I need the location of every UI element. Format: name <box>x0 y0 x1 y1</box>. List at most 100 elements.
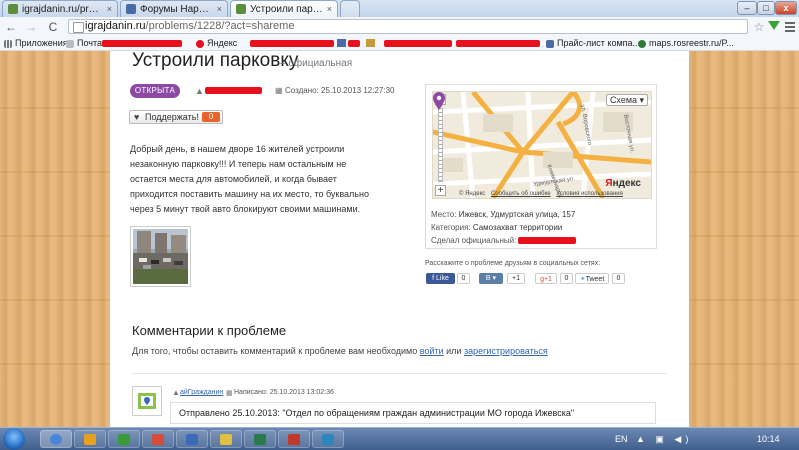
taskbar-app[interactable] <box>176 430 208 448</box>
place-value: Ижевск, Удмуртская улица, 157 <box>458 210 576 219</box>
page-content: Устроили парковку – официальная ОТКРЫТА … <box>110 51 689 427</box>
bookmark-apps[interactable]: Приложения <box>4 38 68 49</box>
problem-info: Место: Ижевск, Удмуртская улица, 157 Кат… <box>431 208 577 247</box>
taskbar-app[interactable] <box>244 430 276 448</box>
tab-label: igrajdanin.ru/problems/1 <box>22 3 103 15</box>
globe-icon <box>638 39 646 48</box>
vk-share-count: +1 <box>507 273 525 284</box>
menu-icon[interactable] <box>785 20 795 32</box>
map-pin-icon[interactable] <box>433 92 445 110</box>
facebook-like-count: 0 <box>457 273 470 284</box>
clock[interactable]: 10:14 <box>757 434 780 444</box>
bookmark-price-list[interactable]: Прайс-лист компа... <box>546 38 640 49</box>
redacted-author <box>205 87 262 94</box>
problem-title: Устроили парковку <box>132 51 299 71</box>
start-button[interactable] <box>3 428 25 450</box>
taskbar-app[interactable] <box>312 430 344 448</box>
comments-hint: Для того, чтобы оставить комментарий к п… <box>132 346 548 356</box>
maker-row: Сделал официальный: <box>431 234 577 247</box>
redacted-bookmark <box>456 40 540 47</box>
redacted-bookmark <box>384 40 452 47</box>
url-path: /problems/1228/?act=shareme <box>145 20 295 32</box>
maximize-button[interactable]: □ <box>757 1 775 15</box>
app-icon <box>288 434 300 445</box>
tab-close-icon[interactable]: × <box>107 4 112 14</box>
tab-label: Форумы Народного Инт <box>140 3 213 15</box>
category-value: Самозахват территории <box>472 223 563 232</box>
browser-tab-1[interactable]: igrajdanin.ru/problems/1 × <box>2 0 118 17</box>
comment-text: Отправлено 25.10.2013: "Отдел по обращен… <box>170 402 656 424</box>
facebook-like-button[interactable]: f Like <box>426 273 455 284</box>
reload-icon[interactable]: C <box>46 20 60 34</box>
gplus-count: 0 <box>560 273 573 284</box>
browser-titlebar: igrajdanin.ru/problems/1 × Форумы Народн… <box>0 0 799 17</box>
avatar <box>132 386 162 416</box>
map-marker-avatar-icon <box>138 393 156 409</box>
problem-photo[interactable] <box>130 226 191 287</box>
map-footer: © Яндекс Сообщить об ошибке Условия испо… <box>459 191 623 197</box>
terms-link[interactable]: Условия использования <box>556 191 623 197</box>
page-icon <box>73 22 84 33</box>
back-icon[interactable]: ← <box>4 20 18 34</box>
login-link[interactable]: войти <box>420 346 444 356</box>
chrome-icon <box>50 434 62 445</box>
tweet-button[interactable]: ✦Tweet <box>575 273 609 284</box>
tab-close-icon[interactable]: × <box>217 4 222 14</box>
bookmark-yandex[interactable]: Яндекс <box>196 38 237 49</box>
close-window-button[interactable]: x <box>775 1 797 15</box>
gplus-button[interactable]: g+1 <box>535 273 557 284</box>
created-date: Создано: 25.10.2013 12:27:30 <box>285 86 395 95</box>
tab-label: Устроили парковку <box>250 3 323 15</box>
bookmark-mail[interactable]: Почта <box>66 38 102 49</box>
map-card: ул. Воровского Восточная ул. Коммунаров … <box>425 84 657 249</box>
map-type-select[interactable]: Схема ▾ <box>606 94 648 106</box>
update-arrow-icon[interactable] <box>768 21 780 30</box>
support-button[interactable]: ♥ Поддержать! 0 <box>129 110 223 124</box>
support-count: 0 <box>202 112 220 122</box>
problem-type: – официальная <box>280 58 353 69</box>
wood-background-left <box>0 51 110 427</box>
browser-tab-2[interactable]: Форумы Народного Инт × <box>120 0 228 17</box>
place-row: Место: Ижевск, Удмуртская улица, 157 <box>431 210 576 219</box>
yandex-logo: Яндекс <box>605 178 641 189</box>
tab-favicon <box>8 4 18 14</box>
bookmark-icon[interactable] <box>366 39 375 47</box>
taskbar-app[interactable] <box>108 430 140 448</box>
taskbar-app[interactable] <box>278 430 310 448</box>
minimize-button[interactable]: – <box>737 1 757 15</box>
calendar-icon: ▦ <box>275 86 283 95</box>
map-view[interactable]: ул. Воровского Восточная ул. Коммунаров … <box>432 91 652 199</box>
taskbar-app[interactable] <box>210 430 242 448</box>
address-bar[interactable]: igrajdanin.ru/problems/1228/?act=shareme <box>68 19 748 34</box>
new-tab-button[interactable] <box>340 0 360 17</box>
bookmark-rosreestr[interactable]: maps.rosreestr.ru/P... <box>638 38 734 49</box>
language-indicator[interactable]: EN <box>615 434 628 444</box>
browser-tab-3-active[interactable]: Устроили парковку × <box>230 0 338 17</box>
taskbar-app-chrome[interactable] <box>40 430 72 448</box>
tab-close-icon[interactable]: × <box>327 4 332 14</box>
page-icon <box>546 39 554 48</box>
taskbar-app[interactable] <box>142 430 174 448</box>
redacted-bookmark <box>348 40 360 47</box>
taskbar-app[interactable] <box>74 430 106 448</box>
map-copyright: © Яндекс <box>459 191 486 197</box>
comment-date: Написано: 25.10.2013 13:02:36 <box>234 389 334 396</box>
vk-share-button[interactable]: B ▾ <box>479 273 503 284</box>
app-icon <box>322 434 334 445</box>
yandex-icon <box>196 39 204 48</box>
windows-taskbar: EN ▲ ▣ ◀) 10:14 <box>0 427 799 450</box>
register-link[interactable]: зарегистрироваться <box>464 346 548 356</box>
bookmark-icon[interactable] <box>337 39 346 47</box>
report-error-link[interactable]: Сообщить об ошибке <box>491 191 551 197</box>
tray-icons[interactable]: ▲ ▣ ◀) <box>636 434 692 445</box>
forward-icon[interactable]: → <box>24 20 38 34</box>
category-row: Категория: Самозахват территории <box>431 223 563 232</box>
tab-favicon <box>126 4 136 14</box>
comment-author-link[interactable]: айГражданин <box>180 389 223 396</box>
app-icon <box>152 434 164 445</box>
zoom-slider[interactable] <box>438 108 443 182</box>
twitter-widget: ✦Tweet 0 <box>575 273 625 284</box>
zoom-in-button[interactable]: + <box>435 185 446 196</box>
bookmark-star-icon[interactable]: ☆ <box>752 20 766 34</box>
user-icon: ▲ <box>195 86 204 96</box>
